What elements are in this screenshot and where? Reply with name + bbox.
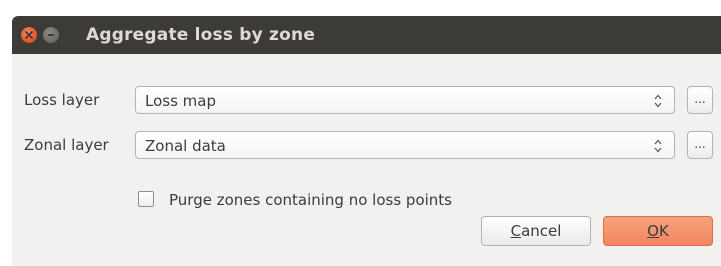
close-button[interactable] — [21, 27, 37, 43]
zonal-layer-browse-button[interactable]: ... — [687, 131, 713, 159]
spin-arrows-icon — [654, 139, 662, 153]
spin-arrows-icon — [654, 94, 662, 108]
purge-zones-label[interactable]: Purge zones containing no loss points — [169, 191, 452, 209]
loss-layer-combobox[interactable]: Loss map — [135, 86, 675, 114]
ok-label-rest: K — [658, 222, 669, 240]
minimize-icon — [48, 34, 54, 36]
close-icon — [25, 31, 33, 39]
loss-layer-browse-button[interactable]: ... — [687, 86, 713, 114]
cancel-mnemonic: C — [510, 222, 522, 240]
window-title: Aggregate loss by zone — [86, 25, 316, 45]
ok-mnemonic: O — [647, 222, 659, 240]
zonal-layer-value: Zonal data — [145, 137, 226, 155]
cancel-label-rest: ancel — [521, 222, 562, 240]
cancel-button[interactable]: Cancel — [481, 216, 591, 246]
ok-button[interactable]: OK — [603, 216, 713, 246]
zonal-layer-combobox[interactable]: Zonal data — [135, 131, 675, 159]
loss-layer-label: Loss layer — [24, 91, 100, 109]
minimize-button[interactable] — [43, 27, 59, 43]
purge-zones-checkbox[interactable] — [138, 191, 154, 207]
dialog-window: Aggregate loss by zone Loss layer Loss m… — [12, 16, 721, 266]
zonal-layer-label: Zonal layer — [24, 136, 109, 154]
loss-layer-value: Loss map — [145, 92, 216, 110]
title-bar[interactable]: Aggregate loss by zone — [12, 16, 721, 54]
